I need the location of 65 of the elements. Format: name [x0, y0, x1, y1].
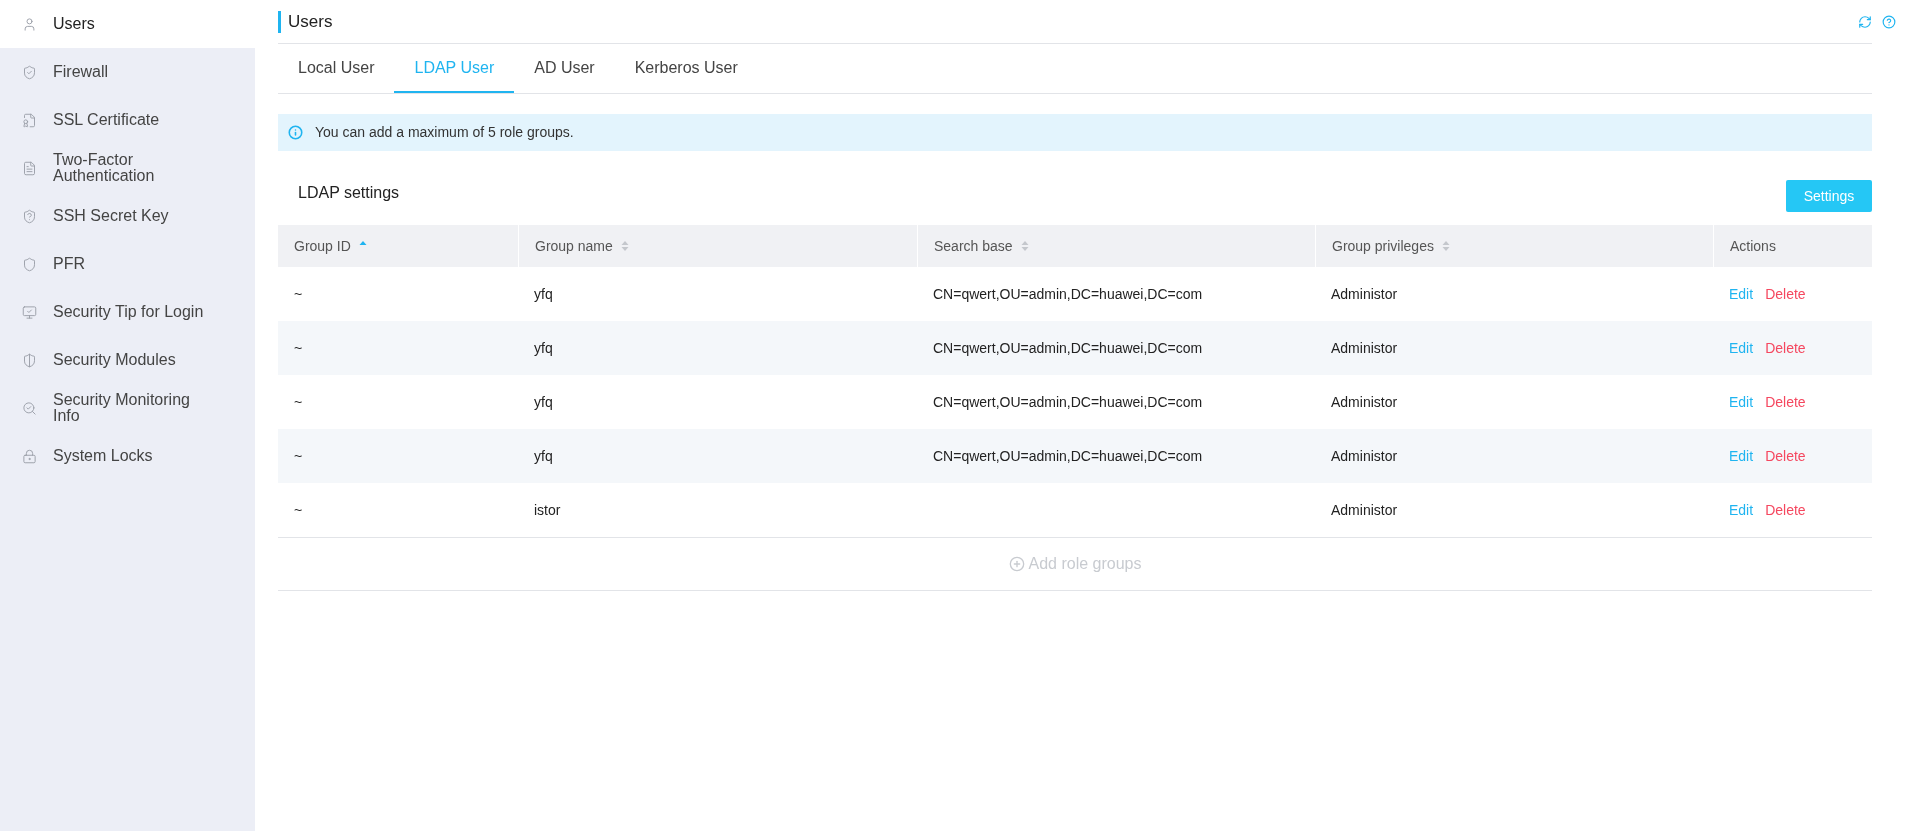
table-cell-text: Administor [1331, 500, 1398, 520]
user-icon [22, 16, 37, 32]
table-cell-text: ~ [294, 284, 303, 304]
document-icon [22, 160, 37, 176]
page-title: Users [288, 10, 333, 33]
sidebar-item-label: Security Modules [53, 352, 177, 368]
delete-link[interactable]: Delete [1765, 391, 1806, 413]
lock-icon [22, 448, 37, 464]
certificate-icon [22, 112, 37, 128]
table-cell-text: ~ [294, 392, 303, 412]
sidebar-item-label: PFR [53, 256, 86, 272]
table-cell-text: ~ [294, 338, 303, 358]
sidebar-item[interactable]: SSH Secret Key [0, 192, 255, 240]
shield-icon [22, 256, 37, 272]
tab[interactable]: Local User [278, 44, 395, 93]
plus-circle-icon [1008, 556, 1025, 572]
table-cell-text: istor [534, 500, 561, 520]
refresh-icon[interactable] [1858, 14, 1872, 29]
sidebar-item[interactable]: SSL Certificate [0, 96, 255, 144]
shield-icon [22, 352, 37, 368]
sidebar-item-label: Users [53, 16, 96, 32]
sort-icon[interactable] [1441, 240, 1450, 252]
title-accent-bar [278, 10, 281, 33]
sidebar-item[interactable]: System Locks [0, 432, 255, 480]
table-cell-text: CN=qwert,OU=admin,DC=huawei,DC=com [933, 284, 1203, 304]
table-cell-text: Administor [1331, 338, 1398, 358]
sidebar-item-label: Security Tip for Login [53, 304, 205, 320]
sidebar-item[interactable]: Firewall [0, 48, 255, 96]
table-cell-text: Administor [1331, 446, 1398, 466]
table-cell-text: ~ [294, 446, 303, 466]
info-text: You can add a maximum of 5 role groups. [315, 123, 574, 142]
table-cell-text: yfq [534, 392, 553, 412]
sidebar-item-label: Two-Factor Authentication [53, 152, 156, 184]
shield-check-icon [22, 64, 37, 80]
sidebar-item-label: SSH Secret Key [53, 208, 170, 224]
table-cell-text: CN=qwert,OU=admin,DC=huawei,DC=com [933, 338, 1203, 358]
table-cell-text: Administor [1331, 284, 1398, 304]
sort-icon[interactable] [620, 240, 629, 252]
sidebar-item[interactable]: Security Monitoring Info [0, 384, 255, 432]
sidebar-item-label: System Locks [53, 448, 154, 464]
table-cell-text: yfq [534, 446, 553, 466]
delete-link[interactable]: Delete [1765, 499, 1806, 521]
column-header[interactable]: Group ID [278, 225, 518, 267]
table-cell-text: yfq [534, 284, 553, 304]
table-cell-text: yfq [534, 338, 553, 358]
sidebar-item[interactable]: PFR [0, 240, 255, 288]
sidebar-item[interactable]: Two-Factor Authentication [0, 144, 255, 192]
info-icon [288, 125, 303, 140]
help-icon[interactable] [1882, 14, 1896, 29]
shield-search-icon [22, 400, 37, 416]
table-cell-text: CN=qwert,OU=admin,DC=huawei,DC=com [933, 446, 1203, 466]
sidebar-item-label: Security Monitoring Info [53, 392, 191, 424]
sidebar-item[interactable]: Security Tip for Login [0, 288, 255, 336]
sort-icon[interactable] [1020, 240, 1029, 252]
sidebar-item[interactable]: Security Modules [0, 336, 255, 384]
table-cell-text: CN=qwert,OU=admin,DC=huawei,DC=com [933, 392, 1203, 412]
tab[interactable]: Kerberos User [614, 44, 758, 93]
sidebar-item-label: SSL Certificate [53, 112, 161, 128]
delete-link[interactable]: Delete [1765, 283, 1806, 305]
tab[interactable]: AD User [514, 44, 615, 93]
table-cell-text: Administor [1331, 392, 1398, 412]
sidebar-item-label: Firewall [53, 64, 110, 80]
section-title: LDAP settings [298, 183, 400, 203]
table-cell-text: ~ [294, 500, 303, 520]
sidebar-item[interactable]: Users [0, 0, 255, 48]
